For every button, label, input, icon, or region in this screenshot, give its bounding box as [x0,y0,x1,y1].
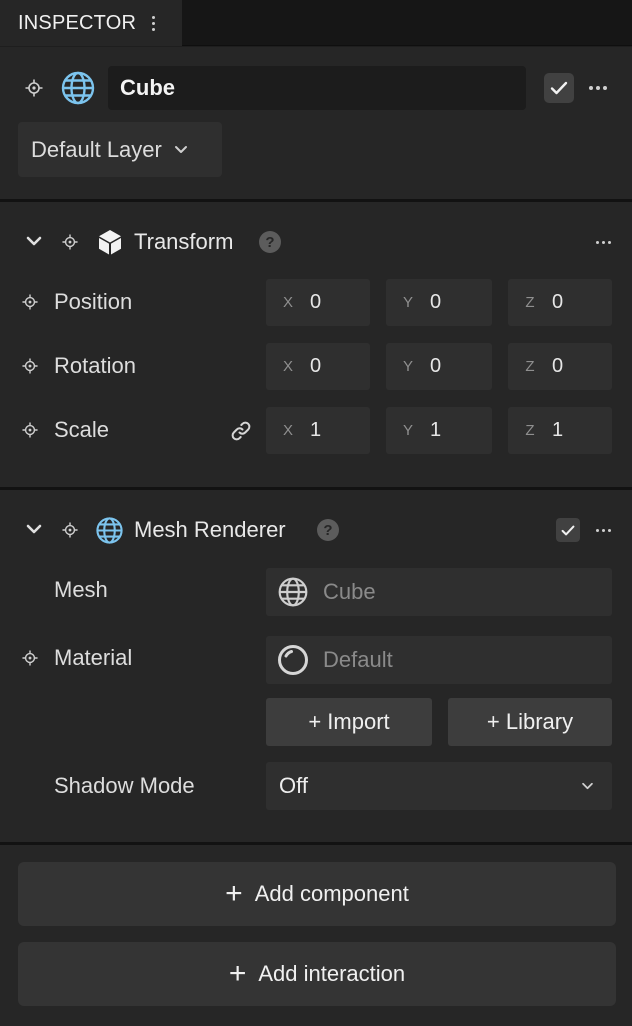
layer-dropdown[interactable]: Default Layer [18,122,222,177]
mesh-renderer-title: Mesh Renderer [134,517,286,542]
mesh-renderer-more-icon[interactable] [596,529,611,532]
target-icon[interactable] [62,522,78,538]
position-label: Position [54,289,133,314]
object-name-field[interactable]: Cube [108,66,526,110]
material-value: Default [323,647,393,672]
tab-inspector[interactable]: INSPECTOR [0,0,182,46]
mesh-renderer-enabled-checkbox[interactable] [556,518,580,542]
chevron-down-icon [174,146,187,153]
target-icon[interactable] [62,234,78,250]
cube-icon [99,230,121,255]
material-field[interactable]: Default [266,636,612,684]
plus-icon: + [228,957,247,990]
shadow-mode-label: Shadow Mode [54,773,195,798]
target-icon[interactable] [22,422,38,438]
position-z-field[interactable]: Z0 [508,279,612,326]
help-icon[interactable]: ? [317,519,339,541]
mesh-field[interactable]: Cube [266,568,612,616]
tab-label: INSPECTOR [18,11,137,34]
chevron-down-icon [582,782,593,790]
collapse-chevron-icon[interactable] [26,236,42,247]
shadow-mode-select[interactable]: Off [266,762,612,810]
scale-label: Scale [54,417,110,442]
target-icon[interactable] [22,358,38,374]
scale-y-field[interactable]: Y1 [386,407,492,454]
rotation-y-field[interactable]: Y0 [386,343,492,390]
globe-icon [61,71,95,105]
checkmark-icon [561,525,575,535]
collapse-chevron-icon[interactable] [26,524,42,535]
shadow-mode-value: Off [279,773,308,798]
rotation-x-field[interactable]: X0 [266,343,370,390]
position-y-field[interactable]: Y0 [386,279,492,326]
position-x-field[interactable]: X0 [266,279,370,326]
object-more-icon[interactable] [589,86,607,90]
globe-icon [96,517,123,544]
add-interaction-button[interactable]: + Add interaction [18,942,616,1006]
help-icon[interactable]: ? [259,231,281,253]
add-interaction-label: Add interaction [258,961,406,986]
kebab-vertical-icon[interactable] [148,14,159,33]
rotation-label: Rotation [54,353,136,378]
plus-icon: + [225,877,243,910]
mesh-label: Mesh [54,577,108,602]
rotation-z-field[interactable]: Z0 [508,343,612,390]
link-icon[interactable] [230,420,252,442]
material-label: Material [54,645,133,670]
circle-ring-icon [278,645,308,675]
target-icon[interactable] [22,650,38,666]
transform-more-icon[interactable] [596,241,611,244]
add-component-label: Add component [254,881,409,906]
add-component-button[interactable]: + Add component [18,862,616,926]
checkmark-icon [550,81,568,95]
transform-title: Transform [134,229,234,254]
globe-icon [278,577,308,607]
layer-dropdown-value: Default Layer [31,136,162,162]
import-button[interactable]: + Import [266,698,432,746]
scale-x-field[interactable]: X1 [266,407,370,454]
target-icon[interactable] [22,294,38,310]
scale-z-field[interactable]: Z1 [508,407,612,454]
target-icon[interactable] [25,79,43,97]
object-enabled-checkbox[interactable] [544,73,574,103]
library-button[interactable]: + Library [448,698,612,746]
mesh-value: Cube [323,579,376,604]
